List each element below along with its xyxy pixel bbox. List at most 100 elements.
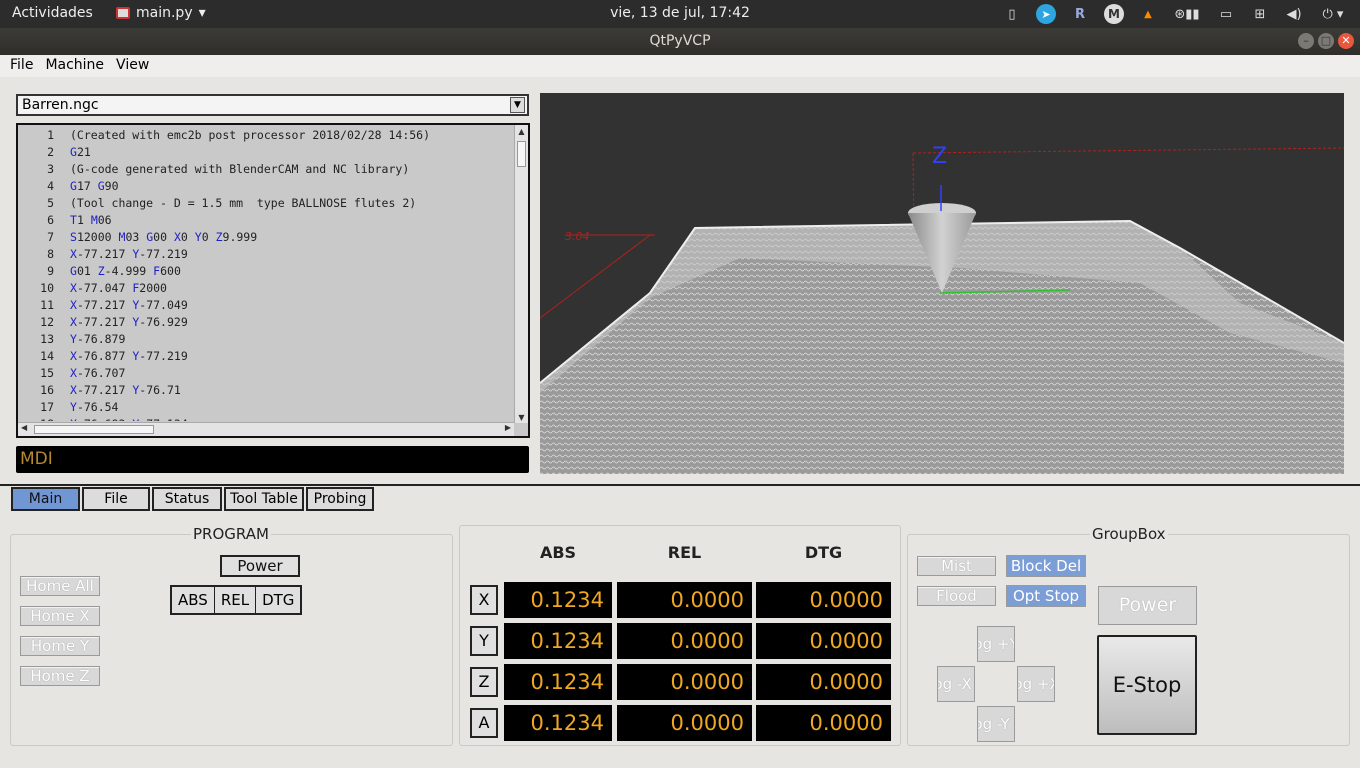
volume-icon[interactable]: ◀): [1284, 4, 1304, 24]
chevron-down-icon[interactable]: ▼: [510, 97, 525, 113]
gcode-line[interactable]: 4 G17 G90: [18, 178, 514, 195]
dro-x-abs: 0.1234: [504, 582, 612, 618]
app-menu[interactable]: main.py ▾: [116, 5, 206, 21]
power-icon[interactable]: ⏻ ▾: [1318, 4, 1348, 24]
menu-machine[interactable]: Machine: [39, 55, 110, 77]
home-all-button[interactable]: Home All: [20, 576, 100, 596]
vlc-icon[interactable]: ▲: [1138, 4, 1158, 24]
scroll-left-icon[interactable]: ◀: [21, 423, 27, 432]
gcode-text: Y-76.54: [70, 400, 119, 414]
maximize-icon[interactable]: □: [1318, 33, 1334, 49]
gcode-line[interactable]: 16 X-77.217 Y-76.71: [18, 382, 514, 399]
clock[interactable]: vie, 13 de jul, 17:42: [610, 5, 750, 21]
machine-power-button[interactable]: Power: [1098, 586, 1197, 625]
dro-z-abs: 0.1234: [504, 664, 612, 700]
home-x-button[interactable]: Home X: [20, 606, 100, 626]
dro-header-rel: REL: [667, 543, 702, 562]
line-number: 2: [47, 145, 54, 159]
system-top-bar: Actividades main.py ▾ vie, 13 de jul, 17…: [0, 0, 1360, 28]
vertical-scrollbar[interactable]: ▲ ▼: [514, 125, 528, 423]
gcode-line[interactable]: 6 T1 M06: [18, 212, 514, 229]
close-icon[interactable]: ✕: [1338, 33, 1354, 49]
dtg-button[interactable]: DTG: [256, 587, 300, 613]
mdi-input[interactable]: MDI: [16, 446, 529, 473]
tab-file[interactable]: File: [82, 487, 150, 511]
activities-button[interactable]: Actividades: [12, 5, 93, 21]
display-icon[interactable]: ▭: [1216, 4, 1236, 24]
rel-button[interactable]: REL: [215, 587, 257, 613]
power-button[interactable]: Power: [220, 555, 300, 577]
telegram-icon[interactable]: ➤: [1036, 4, 1056, 24]
home-y-button[interactable]: Home Y: [20, 636, 100, 656]
line-number: 13: [40, 332, 54, 346]
scrollbar-thumb[interactable]: [34, 425, 154, 434]
r-app-icon[interactable]: R: [1070, 4, 1090, 24]
tab-status[interactable]: Status: [152, 487, 222, 511]
gcode-text: X-77.217 Y-77.219: [70, 247, 188, 261]
block-delete-button[interactable]: Block Del: [1006, 555, 1086, 577]
tab-probing[interactable]: Probing: [306, 487, 374, 511]
gcode-line[interactable]: 1 (Created with emc2b post processor 2018…: [18, 127, 514, 144]
file-select[interactable]: Barren.ngc ▼: [16, 94, 529, 116]
scroll-down-icon[interactable]: ▼: [515, 413, 528, 422]
scroll-up-icon[interactable]: ▲: [515, 127, 528, 136]
gcode-line[interactable]: 2 G21: [18, 144, 514, 161]
app-menu-label: main.py: [136, 5, 193, 21]
dro-y-abs: 0.1234: [504, 623, 612, 659]
jog-y-minus-button[interactable]: Jog -Y: [977, 706, 1015, 742]
dro-y-dtg: 0.0000: [756, 623, 891, 659]
phone-icon[interactable]: ▯: [1002, 4, 1022, 24]
axis-y-button[interactable]: Y: [470, 626, 498, 656]
line-number: 15: [40, 366, 54, 380]
gcode-line[interactable]: 10 X-77.047 F2000: [18, 280, 514, 297]
gcode-editor[interactable]: 1 (Created with emc2b post processor 2018…: [16, 123, 530, 438]
estop-button[interactable]: E-Stop: [1097, 635, 1197, 735]
jog-y-plus-button[interactable]: Jog +Y: [977, 626, 1015, 662]
axis-z-button[interactable]: Z: [470, 667, 498, 697]
tab-tool-table[interactable]: Tool Table: [224, 487, 304, 511]
jog-x-minus-button[interactable]: Jog -X: [937, 666, 975, 702]
gcode-line[interactable]: 18 X-76.683 Y-77.134: [18, 416, 514, 421]
gcode-line[interactable]: 5 (Tool change - D = 1.5 mm type BALLNOSE…: [18, 195, 514, 212]
gcode-text: G01 Z-4.999 F600: [70, 264, 181, 278]
home-z-button[interactable]: Home Z: [20, 666, 100, 686]
scroll-right-icon[interactable]: ▶: [505, 423, 511, 432]
tab-main[interactable]: Main: [11, 487, 80, 511]
abs-button[interactable]: ABS: [172, 587, 215, 613]
gcode-line[interactable]: 8 X-77.217 Y-77.219: [18, 246, 514, 263]
scrollbar-thumb[interactable]: [517, 141, 526, 167]
axis-a-button[interactable]: A: [470, 708, 498, 738]
menu-file[interactable]: File: [4, 55, 39, 77]
gcode-line[interactable]: 3 (G-code generated with BlenderCAM and N…: [18, 161, 514, 178]
tab-bar-divider: [0, 484, 1360, 486]
axis-x-button[interactable]: X: [470, 585, 498, 615]
mist-button[interactable]: Mist: [917, 556, 996, 576]
dro-y-rel: 0.0000: [617, 623, 752, 659]
minimize-icon[interactable]: –: [1298, 33, 1314, 49]
gcode-line[interactable]: 15 X-76.707: [18, 365, 514, 382]
horizontal-scrollbar[interactable]: ◀ ▶: [18, 422, 514, 436]
accessibility-icon[interactable]: ⊛▮▮: [1172, 4, 1202, 24]
backplot-3d-viewer[interactable]: 3.04 Z: [540, 93, 1344, 474]
line-number: 10: [40, 281, 54, 295]
line-number: 14: [40, 349, 54, 363]
flood-button[interactable]: Flood: [917, 586, 996, 606]
m-app-icon[interactable]: M: [1104, 4, 1124, 24]
mdi-placeholder: MDI: [20, 449, 53, 469]
gcode-line[interactable]: 9 G01 Z-4.999 F600: [18, 263, 514, 280]
gcode-text: X-76.683 Y-77.134: [70, 416, 188, 421]
jog-x-plus-button[interactable]: Jog +X: [1017, 666, 1055, 702]
groupbox-title: GroupBox: [1090, 525, 1168, 543]
gcode-line[interactable]: 13 Y-76.879: [18, 331, 514, 348]
menu-view[interactable]: View: [110, 55, 155, 77]
gcode-line[interactable]: 11 X-77.217 Y-77.049: [18, 297, 514, 314]
menu-bar: File Machine View: [0, 55, 1360, 77]
line-number: 6: [47, 213, 54, 227]
network-icon[interactable]: ⊞: [1250, 4, 1270, 24]
gcode-line[interactable]: 17 Y-76.54: [18, 399, 514, 416]
gcode-line[interactable]: 12 X-77.217 Y-76.929: [18, 314, 514, 331]
gcode-line[interactable]: 14 X-76.877 Y-77.219: [18, 348, 514, 365]
optional-stop-button[interactable]: Opt Stop: [1006, 585, 1086, 607]
line-number: 16: [40, 383, 54, 397]
gcode-line[interactable]: 7 S12000 M03 G00 X0 Y0 Z9.999: [18, 229, 514, 246]
